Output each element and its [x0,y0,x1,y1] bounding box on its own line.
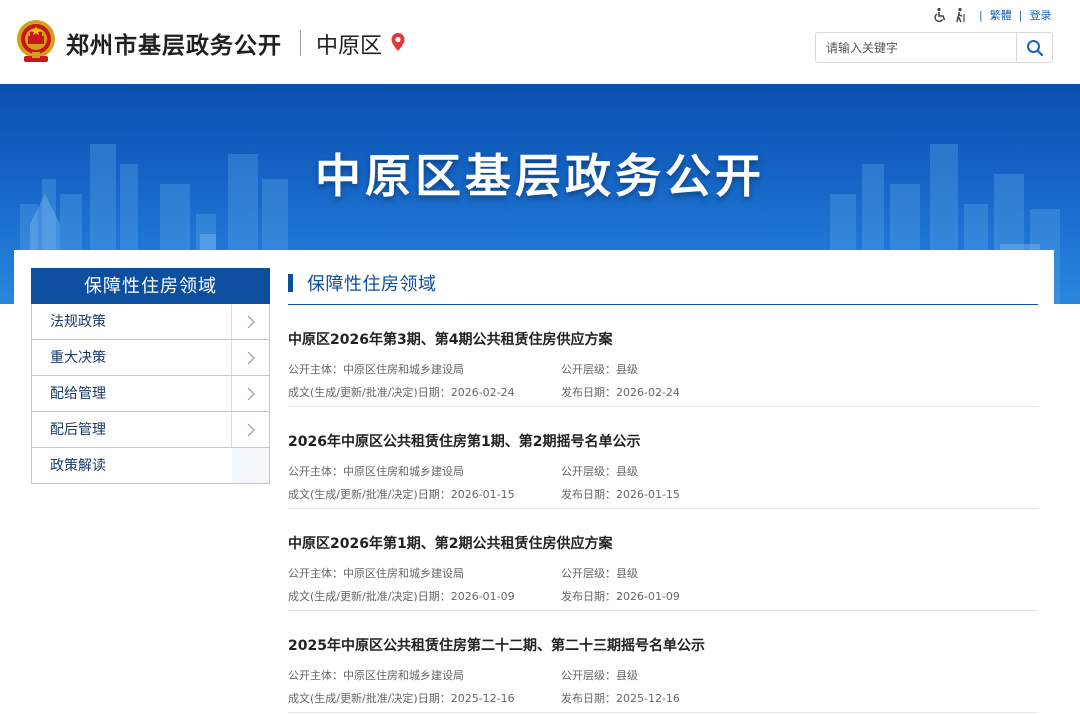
publish-subject: 公开主体：中原区住房和城乡建设局 [288,465,464,478]
article-title-link[interactable]: 2025年中原区公共租赁住房第二十二期、第二十三期摇号名单公示 [288,635,705,655]
publish-subject: 公开主体：中原区住房和城乡建设局 [288,567,464,580]
chevron-right-icon [231,340,269,375]
document-date: 成文(生成/更新/批准/决定)日期：2026-02-24 [288,386,515,399]
section-header: 保障性住房领域 [288,268,1038,305]
publish-date: 发布日期：2026-01-09 [561,590,680,603]
publish-date: 发布日期：2026-02-24 [561,386,680,399]
search-button[interactable] [1016,33,1052,62]
search-input[interactable] [816,33,1018,62]
location-pin-icon[interactable] [390,32,406,52]
list-item: 2026年中原区公共租赁住房第1期、第2期摇号名单公示 公开主体：中原区住房和城… [288,407,1038,509]
sidebar-item-label: 配后管理 [50,422,106,438]
header-divider [300,30,301,56]
section-marker [288,274,293,292]
list-item: 中原区2026年第1期、第2期公共租赁住房供应方案 公开主体：中原区住房和城乡建… [288,509,1038,611]
chevron-right-icon [231,304,269,339]
publish-date: 发布日期：2025-12-16 [561,692,680,705]
publish-subject: 公开主体：中原区住房和城乡建设局 [288,669,464,682]
sidebar-item-allocation[interactable]: 配给管理 [31,376,270,412]
publish-date: 发布日期：2026-01-15 [561,488,680,501]
sidebar-item-regulations[interactable]: 法规政策 [31,304,270,340]
district-name[interactable]: 中原区 [316,28,382,60]
sidebar-item-label: 法规政策 [50,314,106,330]
article-title-link[interactable]: 2026年中原区公共租赁住房第1期、第2期摇号名单公示 [288,431,640,451]
banner-title: 中原区基层政务公开 [315,149,765,203]
sidebar-item-label: 重大决策 [50,350,106,366]
publish-level: 公开层级：县级 [561,363,638,376]
sidebar-item-post-allocation[interactable]: 配后管理 [31,412,270,448]
document-date: 成文(生成/更新/批准/决定)日期：2026-01-09 [288,590,515,603]
sidebar-item-label: 政策解读 [50,458,106,474]
chevron-right-icon [231,412,269,447]
sidebar-item-label: 配给管理 [50,386,106,402]
traditional-chinese-link[interactable]: 繁體 [990,7,1012,23]
content-panel: 保障性住房领域 法规政策 重大决策 配给管理 配后管理 政策解读 保障性住房领域… [14,250,1054,714]
article-list: 保障性住房领域 中原区2026年第3期、第4期公共租赁住房供应方案 公开主体：中… [288,268,1038,713]
sidebar-title: 保障性住房领域 [31,268,270,304]
sidebar: 保障性住房领域 法规政策 重大决策 配给管理 配后管理 政策解读 [31,268,270,484]
top-links: | 繁體 | 登录 [932,6,1051,24]
sidebar-item-major-decisions[interactable]: 重大决策 [31,340,270,376]
national-emblem-icon[interactable] [14,18,58,64]
wheelchair-icon[interactable] [932,7,948,23]
section-title: 保障性住房领域 [307,274,437,295]
sidebar-item-policy-interpretation[interactable]: 政策解读 [31,448,270,484]
site-title[interactable]: 郑州市基层政务公开 [66,26,282,60]
publish-level: 公开层级：县级 [561,669,638,682]
article-title-link[interactable]: 中原区2026年第1期、第2期公共租赁住房供应方案 [288,533,612,553]
link-separator: | [979,8,983,22]
article-title-link[interactable]: 中原区2026年第3期、第4期公共租赁住房供应方案 [288,329,612,349]
chevron-right-icon [231,376,269,411]
elderly-icon[interactable] [952,7,968,23]
publish-subject: 公开主体：中原区住房和城乡建设局 [288,363,464,376]
publish-level: 公开层级：县级 [561,465,638,478]
search-icon [1026,39,1043,56]
login-link[interactable]: 登录 [1029,7,1051,23]
search-box [815,32,1053,63]
list-item: 2025年中原区公共租赁住房第二十二期、第二十三期摇号名单公示 公开主体：中原区… [288,611,1038,713]
link-separator: | [1018,8,1023,22]
site-header: 郑州市基层政务公开 中原区 | 繁體 | 登录 [0,0,1080,85]
publish-level: 公开层级：县级 [561,567,638,580]
document-date: 成文(生成/更新/批准/决定)日期：2026-01-15 [288,488,515,501]
list-item: 中原区2026年第3期、第4期公共租赁住房供应方案 公开主体：中原区住房和城乡建… [288,305,1038,407]
document-date: 成文(生成/更新/批准/决定)日期：2025-12-16 [288,692,515,705]
